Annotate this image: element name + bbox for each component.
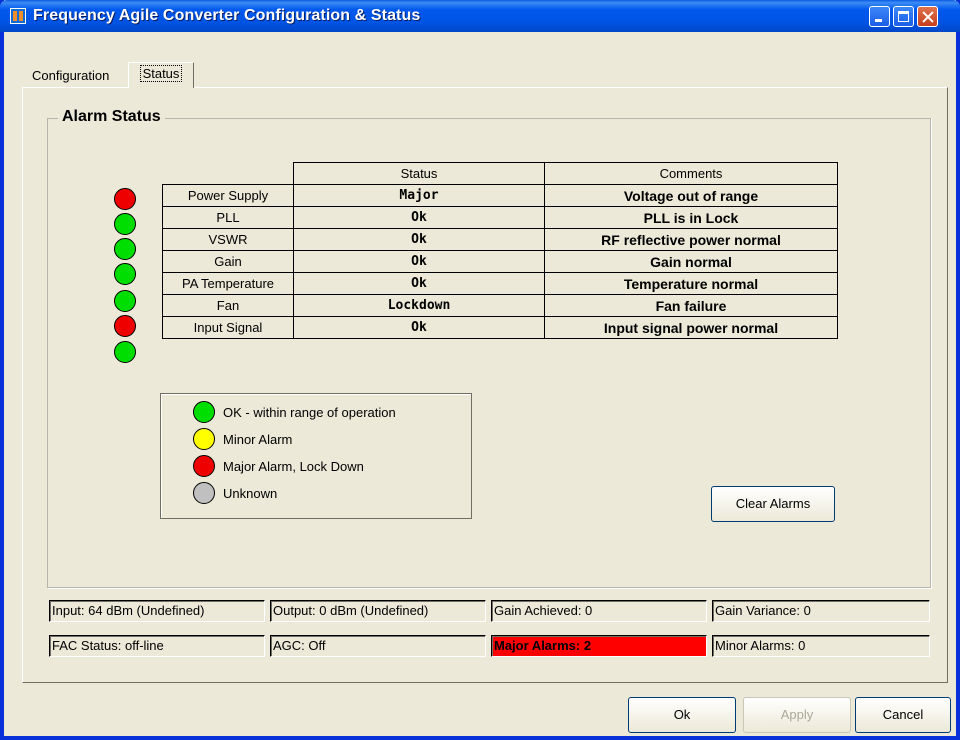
legend-led-gray: [193, 482, 215, 504]
tab-status-label: Status: [139, 65, 183, 82]
alarm-table: Status Comments Power Supply Major Volta…: [162, 162, 838, 339]
legend-box: OK - within range of operation Minor Ala…: [160, 393, 472, 519]
led-power-supply: [114, 188, 136, 210]
table-row: Gain Ok Gain normal: [162, 250, 838, 273]
legend-led-green: [193, 401, 215, 423]
legend-led-red: [193, 455, 215, 477]
minimize-button[interactable]: [869, 6, 890, 27]
major-alarms-field: Major Alarms: 2: [491, 635, 707, 657]
row-status: Ok: [293, 272, 545, 295]
row-status: Ok: [293, 206, 545, 229]
row-status: Ok: [293, 250, 545, 273]
led-vswr: [114, 238, 136, 260]
table-row: Fan Lockdown Fan failure: [162, 294, 838, 317]
close-button[interactable]: [917, 6, 938, 27]
tab-configuration[interactable]: Configuration: [28, 66, 113, 88]
cancel-button[interactable]: Cancel: [855, 697, 951, 733]
table-row: PA Temperature Ok Temperature normal: [162, 272, 838, 295]
row-name: Input Signal: [162, 316, 294, 339]
row-status: Lockdown: [293, 294, 545, 317]
row-comment: Input signal power normal: [544, 316, 838, 339]
table-row: VSWR Ok RF reflective power normal: [162, 228, 838, 251]
row-name: VSWR: [162, 228, 294, 251]
gain-variance-field: Gain Variance: 0: [712, 600, 930, 622]
row-comment: RF reflective power normal: [544, 228, 838, 251]
row-comment: Fan failure: [544, 294, 838, 317]
row-name: Gain: [162, 250, 294, 273]
title-bar[interactable]: Frequency Agile Converter Configuration …: [0, 0, 960, 32]
row-comment: Gain normal: [544, 250, 838, 273]
row-name: Power Supply: [162, 184, 294, 207]
header-comments: Comments: [544, 162, 838, 185]
legend-led-yellow: [193, 428, 215, 450]
maximize-button[interactable]: [893, 6, 914, 27]
table-row: Power Supply Major Voltage out of range: [162, 184, 838, 207]
led-gain: [114, 263, 136, 285]
row-status: Major: [293, 184, 545, 207]
row-name: Fan: [162, 294, 294, 317]
row-comment: PLL is in Lock: [544, 206, 838, 229]
legend-label: Minor Alarm: [223, 431, 293, 447]
minor-alarms-field: Minor Alarms: 0: [712, 635, 930, 657]
legend-item: OK - within range of operation: [193, 401, 396, 423]
gain-achieved-field: Gain Achieved: 0: [491, 600, 707, 622]
led-pa-temperature: [114, 290, 136, 312]
tab-status[interactable]: Status: [128, 62, 194, 88]
apply-button[interactable]: Apply: [743, 697, 851, 733]
row-comment: Voltage out of range: [544, 184, 838, 207]
app-icon: [10, 8, 26, 24]
row-name: PLL: [162, 206, 294, 229]
legend-label: Major Alarm, Lock Down: [223, 458, 364, 474]
clear-alarms-button[interactable]: Clear Alarms: [711, 486, 835, 522]
legend-item: Unknown: [193, 482, 277, 504]
row-name: PA Temperature: [162, 272, 294, 295]
table-row: PLL Ok PLL is in Lock: [162, 206, 838, 229]
legend-item: Minor Alarm: [193, 428, 292, 450]
table-row: Input Signal Ok Input signal power norma…: [162, 316, 838, 339]
legend-item: Major Alarm, Lock Down: [193, 455, 364, 477]
agc-field: AGC: Off: [270, 635, 486, 657]
output-field: Output: 0 dBm (Undefined): [270, 600, 486, 622]
header-status: Status: [293, 162, 545, 185]
led-pll: [114, 213, 136, 235]
row-status: Ok: [293, 228, 545, 251]
row-comment: Temperature normal: [544, 272, 838, 295]
fac-status-field: FAC Status: off-line: [49, 635, 265, 657]
alarm-status-title: Alarm Status: [58, 108, 165, 126]
input-field: Input: 64 dBm (Undefined): [49, 600, 265, 622]
alarm-table-header: Status Comments: [162, 162, 838, 185]
ok-button[interactable]: Ok: [628, 697, 736, 733]
led-fan: [114, 315, 136, 337]
led-input-signal: [114, 341, 136, 363]
header-blank: [162, 162, 294, 185]
row-status: Ok: [293, 316, 545, 339]
legend-label: Unknown: [223, 485, 278, 501]
window-title: Frequency Agile Converter Configuration …: [33, 7, 421, 24]
legend-label: OK - within range of operation: [223, 404, 396, 420]
